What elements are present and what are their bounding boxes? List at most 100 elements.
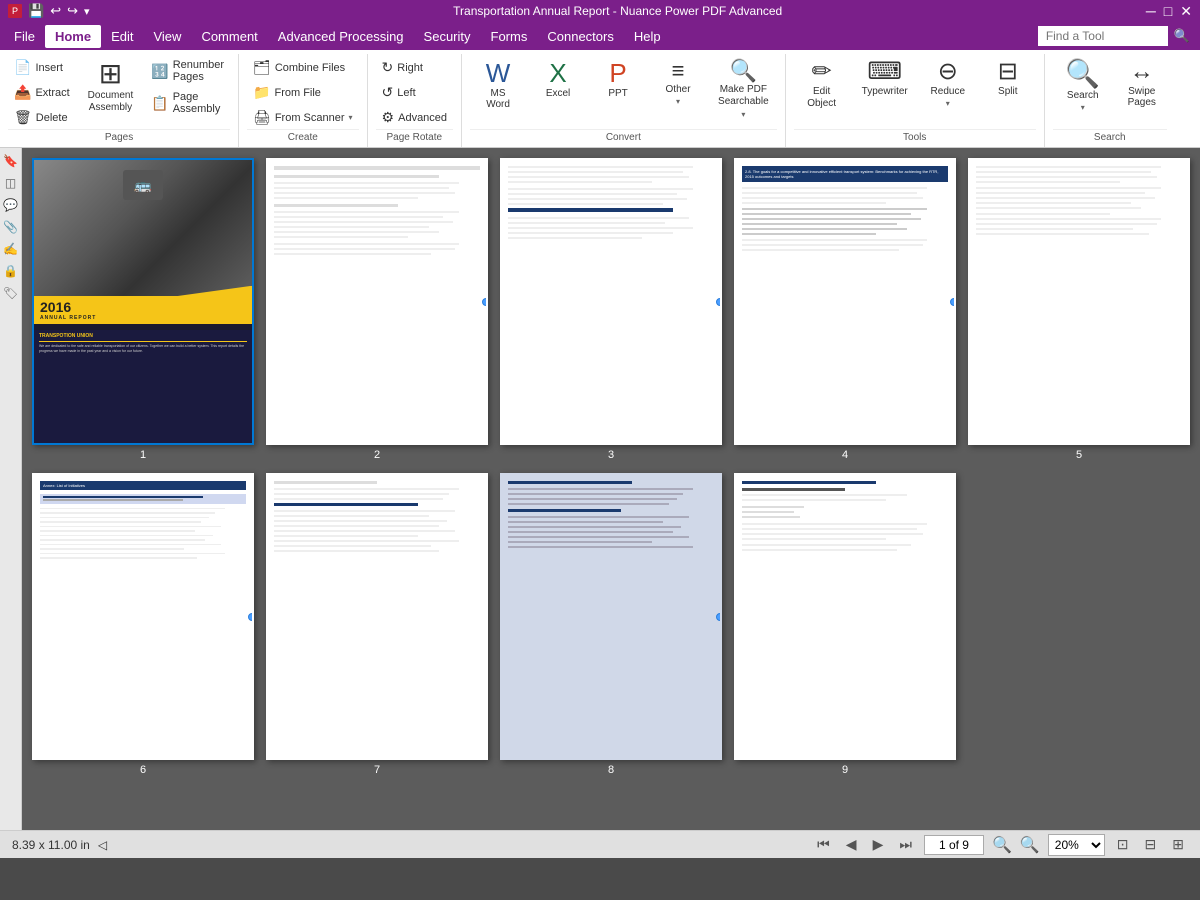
page-thumb-7[interactable]: 7 — [266, 473, 488, 776]
page-assembly-btn[interactable]: 📋 PageAssembly — [145, 88, 230, 118]
edit-object-btn[interactable]: ✏ EditObject — [794, 56, 850, 114]
split-btn[interactable]: ⊟ Split — [980, 56, 1036, 101]
menu-item-advanced[interactable]: Advanced Processing — [268, 25, 414, 48]
first-page-btn[interactable]: ⏮ — [813, 834, 834, 855]
other-btn[interactable]: ≡ Other ▾ — [650, 56, 706, 110]
current-page-input[interactable] — [924, 835, 984, 855]
sidebar-layers-icon[interactable]: ◫ — [2, 174, 20, 192]
sidebar-lock-icon[interactable]: 🔒 — [2, 262, 20, 280]
sidebar-attachment-icon[interactable]: 📎 — [2, 218, 20, 236]
last-page-btn[interactable]: ⏭ — [895, 834, 916, 855]
menu-item-forms[interactable]: Forms — [481, 25, 538, 48]
rotate-advanced-btn[interactable]: ⚙ Advanced — [376, 106, 454, 129]
page-num-4: 4 — [842, 449, 848, 461]
from-file-label: From File — [274, 87, 320, 99]
from-scanner-btn[interactable]: 🖨 From Scanner ▾ — [247, 106, 359, 129]
make-pdf-searchable-btn[interactable]: 🔍 Make PDFSearchable ▾ — [710, 56, 777, 123]
menu-item-help[interactable]: Help — [624, 25, 671, 48]
ribbon-group-page-rotate: ↻ Right ↺ Left ⚙ Advanced Page Rotate — [368, 54, 463, 147]
swipe-pages-icon: ↔ — [1130, 60, 1154, 84]
from-file-btn[interactable]: 📁 From File — [247, 81, 359, 104]
minimize-btn[interactable]: ─ — [1146, 3, 1156, 20]
create-buttons-col: 🗂 Combine Files 📁 From File 🖨 From Scann… — [247, 56, 359, 129]
next-page-btn[interactable]: ▶ — [869, 834, 888, 855]
zoom-in-btn[interactable]: 🔍 — [1020, 835, 1040, 855]
fit-width-btn[interactable]: ⊟ — [1141, 834, 1161, 855]
find-tool-input[interactable] — [1038, 26, 1168, 46]
sidebar-bookmark-icon[interactable]: 🔖 — [2, 152, 20, 170]
page-thumb-2[interactable]: 2 — [266, 158, 488, 461]
ms-word-label: MSWord — [486, 88, 510, 110]
ppt-btn[interactable]: P PPT — [590, 56, 646, 103]
quick-save[interactable]: 💾 — [28, 3, 44, 19]
sidebar-tag-icon[interactable]: 🏷 — [2, 284, 20, 302]
menu-item-comment[interactable]: Comment — [191, 25, 267, 48]
ribbon-row-create: 🗂 Combine Files 📁 From File 🖨 From Scann… — [247, 56, 359, 129]
ms-word-btn[interactable]: W MSWord — [470, 56, 526, 114]
renumber-label: RenumberPages — [173, 59, 224, 83]
swipe-pages-label: SwipePages — [1128, 86, 1156, 108]
maximize-btn[interactable]: □ — [1164, 3, 1172, 20]
prev-page-btn[interactable]: ◀ — [842, 834, 861, 855]
pages-area[interactable]: 🚌 2016 ANNUAL REPORT TRANSPOTION UNION W… — [22, 148, 1200, 830]
page-thumb-5[interactable]: 5 — [968, 158, 1190, 461]
zoom-select[interactable]: 10% 15% 20% 25% 50% 75% 100% — [1048, 834, 1105, 856]
find-tool-area: 🔍 — [1038, 24, 1196, 48]
ribbon-row-convert: W MSWord X Excel P PPT ≡ Other ▾ 🔍 — [470, 56, 777, 129]
scanner-icon: 🖨 — [253, 109, 271, 126]
swipe-pages-btn[interactable]: ↔ SwipePages — [1117, 56, 1167, 112]
page-thumb-8[interactable]: 8 — [500, 473, 722, 776]
menu-item-connectors[interactable]: Connectors — [537, 25, 623, 48]
document-assembly-btn[interactable]: ⊞ DocumentAssembly — [80, 56, 142, 118]
page-thumb-3[interactable]: 3 — [500, 158, 722, 461]
menu-item-home[interactable]: Home — [45, 25, 101, 48]
close-btn[interactable]: ✕ — [1180, 3, 1192, 20]
edit-object-icon: ✏ — [812, 60, 832, 84]
fit-page-btn[interactable]: ⊡ — [1113, 834, 1133, 855]
quick-undo[interactable]: ↩ — [50, 3, 61, 19]
extract-btn[interactable]: 📤 Extract — [8, 81, 76, 104]
search-btn[interactable]: 🔍 Search ▾ — [1053, 56, 1113, 116]
quick-redo[interactable]: ↪ — [67, 3, 78, 19]
menu-item-file[interactable]: File — [4, 25, 45, 48]
ppt-label: PPT — [608, 88, 627, 99]
cover-photo: 🚌 — [34, 160, 252, 316]
menu-item-security[interactable]: Security — [414, 25, 481, 48]
page-thumb-9[interactable]: 9 — [734, 473, 956, 776]
insert-btn[interactable]: 📄 Insert — [8, 56, 76, 79]
page-thumb-4[interactable]: 2.8. The goals for a competitive and inn… — [734, 158, 956, 461]
rotate-right-btn[interactable]: ↻ Right — [376, 56, 454, 79]
sidebar-comment-icon[interactable]: 💬 — [2, 196, 20, 214]
rotate-left-btn[interactable]: ↺ Left — [376, 81, 454, 104]
page-num-8: 8 — [608, 764, 614, 776]
renumber-pages-btn[interactable]: 🔢 RenumberPages — [145, 56, 230, 86]
rotate-left-icon: ↺ — [382, 84, 394, 101]
extract-icon: 📤 — [14, 84, 31, 101]
menu-item-view[interactable]: View — [143, 25, 191, 48]
ribbon-row-rotate: ↻ Right ↺ Left ⚙ Advanced — [376, 56, 454, 129]
zoom-out-btn[interactable]: 🔍 — [992, 835, 1012, 855]
left-sidebar: 🔖 ◫ 💬 📎 ✍ 🔒 🏷 — [0, 148, 22, 830]
page-num-6: 6 — [140, 764, 146, 776]
text-page-9 — [736, 475, 954, 758]
delete-btn[interactable]: 🗑 Delete — [8, 106, 76, 129]
typewriter-btn[interactable]: ⌨ Typewriter — [854, 56, 916, 101]
make-pdf-icon: 🔍 — [730, 60, 757, 82]
collapse-arrow[interactable]: ◁ — [98, 838, 107, 852]
connector-dot-2 — [482, 298, 488, 306]
fit-height-btn[interactable]: ⊞ — [1168, 834, 1188, 855]
page-assembly-label: PageAssembly — [173, 91, 221, 115]
sidebar-signature-icon[interactable]: ✍ — [2, 240, 20, 258]
page-thumb-1[interactable]: 🚌 2016 ANNUAL REPORT TRANSPOTION UNION W… — [32, 158, 254, 461]
page4-header: 2.8. The goals for a competitive and inn… — [742, 166, 948, 182]
menu-item-edit[interactable]: Edit — [101, 25, 143, 48]
reduce-btn[interactable]: ⊖ Reduce ▾ — [920, 56, 976, 112]
page-thumb-6[interactable]: Annex: List of Initiatives — [32, 473, 254, 776]
page-num-5: 5 — [1076, 449, 1082, 461]
search-group-label: Search — [1053, 129, 1167, 145]
excel-btn[interactable]: X Excel — [530, 56, 586, 103]
combine-files-btn[interactable]: 🗂 Combine Files — [247, 56, 359, 79]
status-bar-right: ⏮ ◀ ▶ ⏭ 🔍 🔍 10% 15% 20% 25% 50% 75% 100%… — [813, 834, 1188, 856]
page-thumb-inner-6: Annex: List of Initiatives — [32, 473, 254, 760]
cover-divider — [39, 341, 247, 342]
